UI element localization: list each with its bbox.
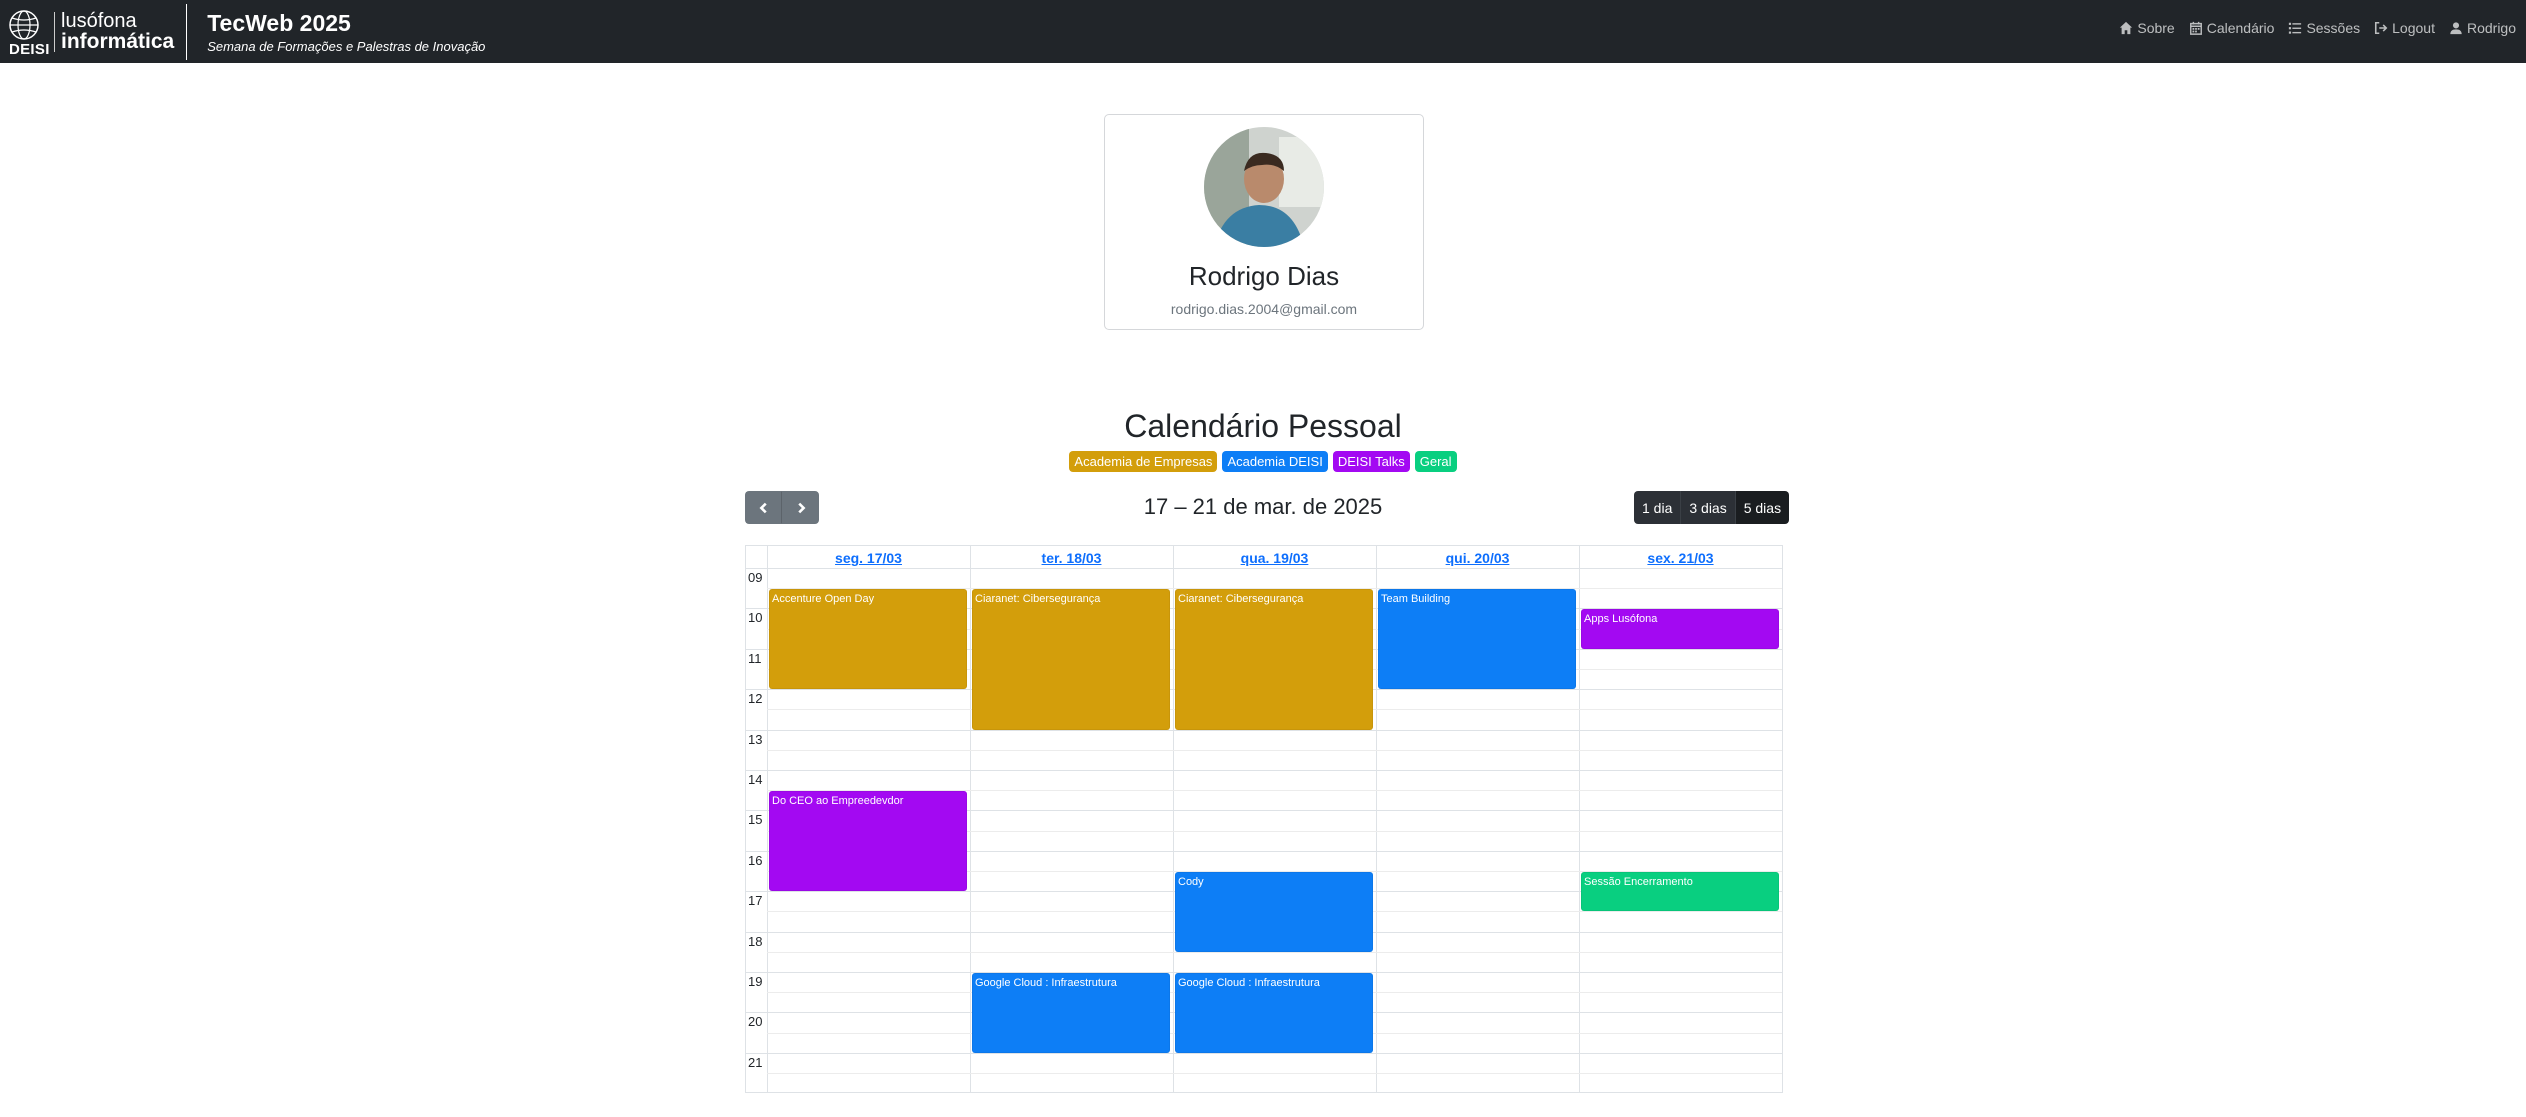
hour-label: 21 xyxy=(748,1054,763,1070)
list-icon xyxy=(2289,22,2302,34)
top-navbar: DEISI lusófona informática TecWeb 2025 S… xyxy=(0,0,2526,63)
legend-academia-empresas: Academia de Empresas xyxy=(1069,451,1218,472)
calendar-event[interactable]: Cody xyxy=(1175,872,1373,952)
nav-sobre-label: Sobre xyxy=(2137,20,2175,36)
calendar-event[interactable]: Google Cloud : Infraestrutura xyxy=(1175,973,1373,1053)
globe-logo-icon: DEISI xyxy=(6,3,49,61)
site-title[interactable]: TecWeb 2025 xyxy=(207,8,485,38)
site-subtitle: Semana de Formações e Palestras de Inova… xyxy=(207,38,486,54)
nav-calendario-label: Calendário xyxy=(2206,20,2275,36)
logout-icon xyxy=(2375,21,2388,35)
calendar-event[interactable]: Accenture Open Day xyxy=(769,589,967,690)
hour-label: 14 xyxy=(748,772,763,787)
profile-email: rodrigo.dias.2004@gmail.com xyxy=(1170,301,1358,317)
calendar-event[interactable]: Google Cloud : Infraestrutura xyxy=(972,973,1170,1053)
nav-logout[interactable]: Logout xyxy=(2374,20,2435,36)
brand[interactable]: DEISI lusófona informática xyxy=(0,0,174,63)
hour-label: 20 xyxy=(748,1014,763,1030)
nav-sessoes-label: Sessões xyxy=(2306,20,2361,36)
hour-label: 11 xyxy=(748,650,762,666)
week-time-grid: seg. 17/03 ter. 18/03 qua. 19/03 qui. 20/03… xyxy=(745,545,1783,1093)
calendar-event[interactable]: Ciaranet: Cibersegurança xyxy=(1175,589,1373,730)
nav-user-label: Rodrigo xyxy=(2466,20,2516,36)
grid-row-line xyxy=(746,729,1782,731)
nav-calendario[interactable]: Calendário xyxy=(2189,20,2275,36)
day-header[interactable]: qua. 19/03 xyxy=(1173,550,1376,566)
view-1-day-button[interactable]: 1 dia xyxy=(1634,491,1682,524)
day-header[interactable]: ter. 18/03 xyxy=(970,550,1173,566)
calendar-event[interactable]: Team Building xyxy=(1378,589,1576,690)
view-switcher: 1 dia 3 dias 5 dias xyxy=(1634,491,1790,524)
grid-row-line xyxy=(746,770,1782,771)
hour-label: 12 xyxy=(748,691,763,707)
category-legend: Academia de Empresas Academia DEISI DEIS… xyxy=(0,451,2526,472)
brand-divider xyxy=(186,3,188,60)
view-5-days-button[interactable]: 5 dias xyxy=(1735,491,1790,524)
grid-row-line xyxy=(746,1052,1782,1054)
nav-sessoes[interactable]: Sessões xyxy=(2288,20,2360,36)
calendar-event[interactable]: Ciaranet: Cibersegurança xyxy=(972,589,1170,730)
day-header[interactable]: qui. 20/03 xyxy=(1376,550,1579,566)
day-header[interactable]: seg. 17/03 xyxy=(767,550,970,566)
legend-deisi-talks: DEISI Talks xyxy=(1332,451,1410,472)
hour-label: 18 xyxy=(748,933,763,949)
grid-column-line xyxy=(1782,546,1783,1092)
hour-label: 19 xyxy=(748,974,763,989)
nav-links: Sobre Calendário Sessões Logout Rodrigo xyxy=(2119,20,2516,36)
logo-line1: lusófona xyxy=(61,9,137,32)
logo-wordmark: lusófona informática xyxy=(54,9,175,53)
grid-row-line xyxy=(767,1073,1782,1074)
nav-sobre[interactable]: Sobre xyxy=(2119,20,2175,36)
header-line xyxy=(746,568,1782,569)
logo-deisi-text: DEISI xyxy=(9,40,50,58)
nav-logout-label: Logout xyxy=(2392,20,2435,36)
legend-academia-deisi: Academia DEISI xyxy=(1222,451,1328,472)
logo-line2: informática xyxy=(61,29,175,53)
grid-row-line xyxy=(767,951,1782,953)
hour-label: 09 xyxy=(748,570,763,585)
profile-name: Rodrigo Dias xyxy=(1188,261,1340,291)
calendar-event[interactable]: Sessão Encerramento xyxy=(1581,872,1779,912)
date-range-title: 17 – 21 de mar. de 2025 xyxy=(1143,494,1383,519)
hour-label: 13 xyxy=(748,731,763,747)
view-3-days-button[interactable]: 3 dias xyxy=(1681,491,1736,524)
calendar-event[interactable]: Do CEO ao Empreedevdor xyxy=(769,791,967,892)
calendar-event[interactable]: Apps Lusófona xyxy=(1581,609,1779,649)
site-heading: TecWeb 2025 Semana de Formações e Palest… xyxy=(207,8,485,56)
profile-card: Rodrigo Dias rodrigo.dias.2004@gmail.com xyxy=(1104,114,1424,330)
home-icon xyxy=(2120,21,2133,35)
day-header[interactable]: sex. 21/03 xyxy=(1579,550,1782,566)
hour-label: 16 xyxy=(748,852,763,868)
hour-label: 17 xyxy=(748,893,763,909)
hour-label: 10 xyxy=(748,610,763,626)
calendar-title: Calendário Pessoal xyxy=(1124,408,1402,444)
hour-label: 15 xyxy=(748,812,763,828)
nav-user[interactable]: Rodrigo xyxy=(2449,20,2516,36)
grid-row-line xyxy=(767,749,1782,751)
calendar-icon xyxy=(2189,21,2202,35)
user-icon xyxy=(2450,22,2462,35)
avatar xyxy=(1204,127,1324,247)
legend-geral: Geral xyxy=(1414,451,1457,472)
